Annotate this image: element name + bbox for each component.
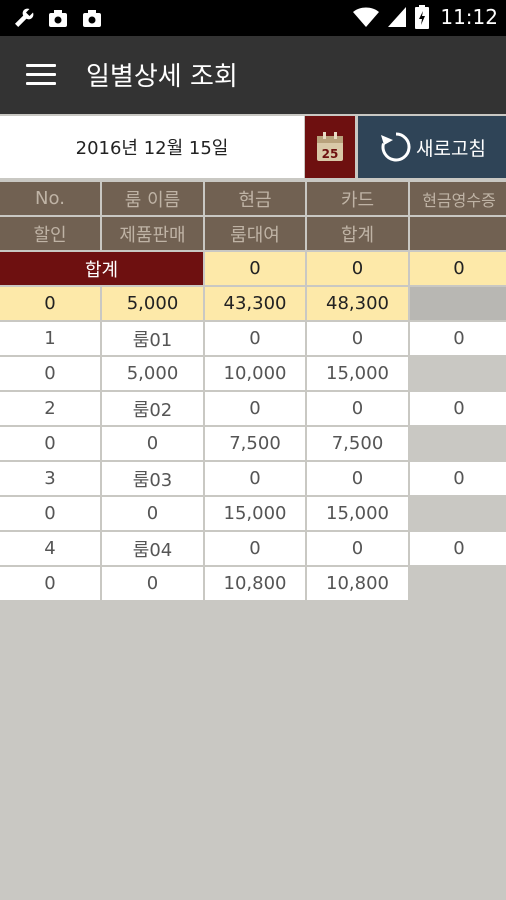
header-row: 할인 제품판매 룸대여 합계 xyxy=(0,217,506,252)
table-row[interactable]: 0 0 10,800 10,800 xyxy=(0,567,506,602)
page-title: 일별상세 조회 xyxy=(86,62,238,92)
header-cell: 합계 xyxy=(307,217,408,252)
table-cell: 룸01 xyxy=(102,322,203,357)
header-cell: No. xyxy=(0,182,100,217)
table-row[interactable]: 0 0 7,500 7,500 xyxy=(0,427,506,462)
table-cell: 4 xyxy=(0,532,100,567)
table-cell: 10,800 xyxy=(205,567,305,602)
table-row[interactable]: 1 룸01 0 0 0 xyxy=(0,322,506,357)
wrench-icon xyxy=(15,8,34,27)
header-cell xyxy=(410,217,506,252)
header-cell: 할인 xyxy=(0,217,100,252)
table-cell: 0 xyxy=(307,462,408,497)
table-cell: 10,800 xyxy=(307,567,408,602)
summary-cell: 0 xyxy=(307,252,408,287)
table-cell: 0 xyxy=(0,427,100,462)
table-cell: 0 xyxy=(0,567,100,602)
camera-icon xyxy=(49,10,67,27)
table-cell: 0 xyxy=(205,462,305,497)
refresh-icon xyxy=(381,132,411,162)
header-cell: 카드 xyxy=(307,182,408,217)
table-cell: 2 xyxy=(0,392,100,427)
table-cell: 0 xyxy=(410,532,506,567)
table-cell xyxy=(410,357,506,392)
header-row: No. 룸 이름 현금 카드 현금영수증 xyxy=(0,182,506,217)
summary-cell: 0 xyxy=(410,252,506,287)
table-cell: 0 xyxy=(0,357,100,392)
table-row[interactable]: 2 룸02 0 0 0 xyxy=(0,392,506,427)
table-cell: 룸04 xyxy=(102,532,203,567)
battery-icon xyxy=(415,5,430,29)
calendar-day: 25 xyxy=(322,147,339,161)
header-cell: 룸 이름 xyxy=(102,182,203,217)
table-cell: 0 xyxy=(0,497,100,532)
header-cell: 현금영수증 xyxy=(410,182,506,217)
calendar-button[interactable]: 25 xyxy=(305,116,355,178)
summary-row: 0 5,000 43,300 48,300 xyxy=(0,287,506,322)
table-cell: 0 xyxy=(307,322,408,357)
table-cell: 0 xyxy=(307,532,408,567)
table-cell xyxy=(410,427,506,462)
table-cell: 0 xyxy=(205,392,305,427)
wifi-icon xyxy=(353,7,380,27)
sales-table: No. 룸 이름 현금 카드 현금영수증 할인 제품판매 룸대여 합계 합계 0… xyxy=(0,182,506,602)
table-cell: 15,000 xyxy=(205,497,305,532)
table-cell: 0 xyxy=(102,567,203,602)
table-cell: 15,000 xyxy=(307,497,408,532)
table-row[interactable]: 4 룸04 0 0 0 xyxy=(0,532,506,567)
refresh-button[interactable]: 새로고침 xyxy=(358,116,506,178)
table-cell: 0 xyxy=(205,532,305,567)
summary-cell: 48,300 xyxy=(307,287,408,322)
table-cell xyxy=(410,497,506,532)
summary-cell: 5,000 xyxy=(102,287,203,322)
table-cell: 7,500 xyxy=(205,427,305,462)
calendar-icon: 25 xyxy=(317,132,343,161)
table-cell: 10,000 xyxy=(205,357,305,392)
table-row[interactable]: 3 룸03 0 0 0 xyxy=(0,462,506,497)
table-cell: 0 xyxy=(410,462,506,497)
table-cell: 1 xyxy=(0,322,100,357)
summary-cell: 0 xyxy=(205,252,305,287)
table-cell xyxy=(410,567,506,602)
table-cell: 0 xyxy=(410,322,506,357)
table-cell: 3 xyxy=(0,462,100,497)
app-bar: 일별상세 조회 xyxy=(0,36,506,114)
summary-cell xyxy=(410,287,506,322)
table-cell: 0 xyxy=(205,322,305,357)
table-cell: 룸02 xyxy=(102,392,203,427)
refresh-label: 새로고침 xyxy=(416,137,486,160)
table-cell: 0 xyxy=(102,427,203,462)
date-field[interactable]: 2016년 12월 15일 xyxy=(0,116,304,178)
table-cell: 7,500 xyxy=(307,427,408,462)
header-cell: 룸대여 xyxy=(205,217,305,252)
table-cell: 0 xyxy=(410,392,506,427)
status-bar: 11:12 xyxy=(0,0,506,36)
table-cell: 5,000 xyxy=(102,357,203,392)
table-row[interactable]: 0 0 15,000 15,000 xyxy=(0,497,506,532)
signal-icon xyxy=(388,7,407,27)
summary-row: 합계 0 0 0 xyxy=(0,252,506,287)
summary-cell: 0 xyxy=(0,287,100,322)
status-time: 11:12 xyxy=(440,5,498,29)
date-bar: 2016년 12월 15일 25 새로고침 xyxy=(0,114,506,178)
header-cell: 제품판매 xyxy=(102,217,203,252)
summary-cell: 43,300 xyxy=(205,287,305,322)
table-row[interactable]: 0 5,000 10,000 15,000 xyxy=(0,357,506,392)
hamburger-menu-icon[interactable] xyxy=(26,64,56,86)
table-cell: 룸03 xyxy=(102,462,203,497)
table-cell: 0 xyxy=(307,392,408,427)
table-cell: 15,000 xyxy=(307,357,408,392)
table-cell: 0 xyxy=(102,497,203,532)
camera-icon xyxy=(83,10,101,27)
total-label: 합계 xyxy=(0,252,203,287)
header-cell: 현금 xyxy=(205,182,305,217)
